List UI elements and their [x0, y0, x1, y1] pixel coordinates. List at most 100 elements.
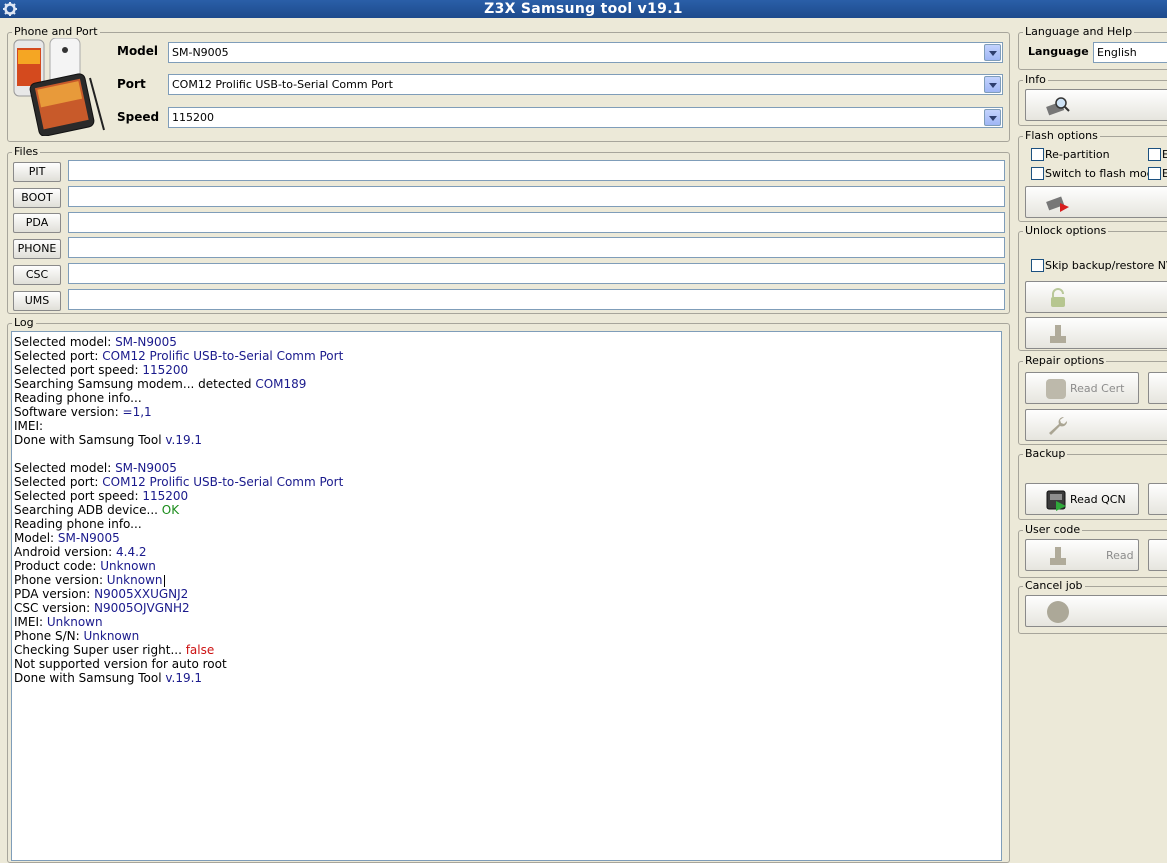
chip-icon — [1046, 490, 1066, 511]
switch-flash-mode-checkbox[interactable] — [1031, 167, 1044, 180]
log-segment: Searching ADB device... — [14, 503, 162, 517]
phone-image — [13, 38, 105, 136]
phone-port-group-label: Phone and Port — [12, 25, 100, 39]
pda-button[interactable]: PDA — [13, 213, 61, 233]
read-cert-button[interactable]: Read Cert — [1025, 372, 1139, 404]
log-segment: Selected port speed: — [14, 363, 143, 377]
log-segment: Unknown — [83, 629, 140, 643]
log-segment: N9005XXUGNJ2 — [94, 587, 189, 601]
text-cursor — [163, 574, 165, 587]
log-segment: Model: — [14, 531, 58, 545]
log-segment: =1,1 — [122, 405, 152, 419]
read-cert-label: Read Cert — [1070, 382, 1125, 395]
log-segment: SM-N9005 — [115, 461, 177, 475]
log-segment: Reading phone info... — [14, 391, 142, 405]
log-line: Done with Samsung Tool v.19.1 — [14, 671, 202, 685]
log-segment: 115200 — [142, 489, 189, 503]
port-select[interactable]: COM12 Prolific USB-to-Serial Comm Port — [168, 74, 1003, 95]
log-line: Phone version: Unknown — [14, 573, 165, 587]
log-segment: Not supported version for auto root — [14, 657, 227, 671]
log-segment: OK — [161, 503, 180, 517]
port-dropdown-arrow-icon[interactable] — [984, 76, 1001, 93]
repair-options-group-label: Repair options — [1023, 354, 1107, 368]
log-segment: Selected port: — [14, 349, 103, 363]
user-code-button-2[interactable] — [1148, 539, 1167, 571]
port-value: COM12 Prolific USB-to-Serial Comm Port — [172, 78, 393, 91]
unlock-tool-button[interactable] — [1025, 317, 1167, 349]
flash-button[interactable] — [1025, 186, 1167, 218]
window-title: Z3X Samsung tool v19.1 — [484, 1, 683, 17]
log-segment: 4.4.2 — [116, 545, 147, 559]
repair-tool-button[interactable] — [1025, 409, 1167, 441]
stop-icon — [1047, 601, 1069, 623]
switch-flash-mode-label: Switch to flash mode — [1045, 167, 1161, 180]
csc-file-field[interactable] — [68, 263, 1005, 284]
ums-file-field[interactable] — [68, 289, 1005, 310]
backup-group-label: Backup — [1023, 447, 1068, 461]
log-line: Selected port: COM12 Prolific USB-to-Ser… — [14, 475, 343, 489]
info-group-label: Info — [1023, 73, 1048, 87]
repair-button-2[interactable] — [1148, 372, 1167, 404]
log-segment: SM-N9005 — [57, 531, 120, 545]
option-e2-checkbox[interactable] — [1148, 167, 1161, 180]
backup-button-2[interactable] — [1148, 483, 1167, 515]
ums-button[interactable]: UMS — [13, 291, 61, 311]
log-segment: COM12 Prolific USB-to-Serial Comm Port — [102, 475, 344, 489]
phone-search-icon — [1046, 97, 1070, 116]
log-segment: Selected port: — [14, 475, 103, 489]
log-segment: Product code: — [14, 559, 101, 573]
model-dropdown-arrow-icon[interactable] — [984, 44, 1001, 61]
speed-select[interactable]: 115200 — [168, 107, 1003, 128]
pda-file-field[interactable] — [68, 212, 1005, 233]
pit-file-field[interactable] — [68, 160, 1005, 181]
log-segment: Unknown — [46, 615, 103, 629]
log-line: Not supported version for auto root — [14, 657, 227, 671]
language-select[interactable]: English — [1093, 42, 1167, 63]
speed-value: 115200 — [172, 111, 214, 124]
speed-dropdown-arrow-icon[interactable] — [984, 109, 1001, 126]
read-user-code-button[interactable]: Read — [1025, 539, 1139, 571]
log-line: Checking Super user right... false — [14, 643, 214, 657]
option-e2-label: E — [1162, 167, 1167, 180]
boot-button[interactable]: BOOT — [13, 188, 61, 208]
language-value: English — [1097, 46, 1137, 59]
info-read-button[interactable] — [1025, 89, 1167, 121]
unlock-button[interactable] — [1025, 281, 1167, 313]
stamp-icon — [1050, 325, 1066, 343]
log-line: Product code: Unknown — [14, 559, 156, 573]
log-output[interactable]: Selected model: SM-N9005 Selected port: C… — [11, 331, 1002, 861]
log-segment: Android version: — [14, 545, 117, 559]
repartition-checkbox[interactable] — [1031, 148, 1044, 161]
log-line: CSC version: N9005OJVGNH2 — [14, 601, 190, 615]
read-qcn-button[interactable]: Read QCN — [1025, 483, 1139, 515]
pit-button[interactable]: PIT — [13, 162, 61, 182]
speed-label: Speed — [117, 110, 160, 124]
phone-file-field[interactable] — [68, 237, 1005, 258]
csc-button[interactable]: CSC — [13, 265, 61, 285]
unlock-padlock-icon — [1051, 288, 1065, 307]
language-label: Language — [1028, 45, 1089, 58]
skip-backup-label: Skip backup/restore NVM — [1045, 259, 1167, 272]
log-segment: CSC version: — [14, 601, 94, 615]
option-e1-label: E — [1162, 148, 1167, 161]
cancel-job-button[interactable] — [1025, 595, 1167, 627]
flash-phone-icon — [1046, 196, 1069, 212]
skip-backup-checkbox[interactable] — [1031, 259, 1044, 272]
read-qcn-label: Read QCN — [1070, 493, 1126, 506]
log-line: Done with Samsung Tool v.19.1 — [14, 433, 202, 447]
log-segment: Done with Samsung Tool — [14, 433, 166, 447]
log-segment: COM12 Prolific USB-to-Serial Comm Port — [102, 349, 344, 363]
log-line: Selected model: SM-N9005 — [14, 335, 177, 349]
log-segment: v.19.1 — [165, 433, 203, 447]
model-select[interactable]: SM-N9005 — [168, 42, 1003, 63]
log-line: Selected model: SM-N9005 — [14, 461, 177, 475]
log-line: Android version: 4.4.2 — [14, 545, 147, 559]
log-segment: false — [185, 643, 215, 657]
log-line: Searching ADB device... OK — [14, 503, 179, 517]
option-e1-checkbox[interactable] — [1148, 148, 1161, 161]
log-line: IMEI: Unknown — [14, 615, 103, 629]
log-line: PDA version: N9005XXUGNJ2 — [14, 587, 188, 601]
phone-button[interactable]: PHONE — [13, 239, 61, 259]
log-segment: Selected model: — [14, 461, 116, 475]
boot-file-field[interactable] — [68, 186, 1005, 207]
